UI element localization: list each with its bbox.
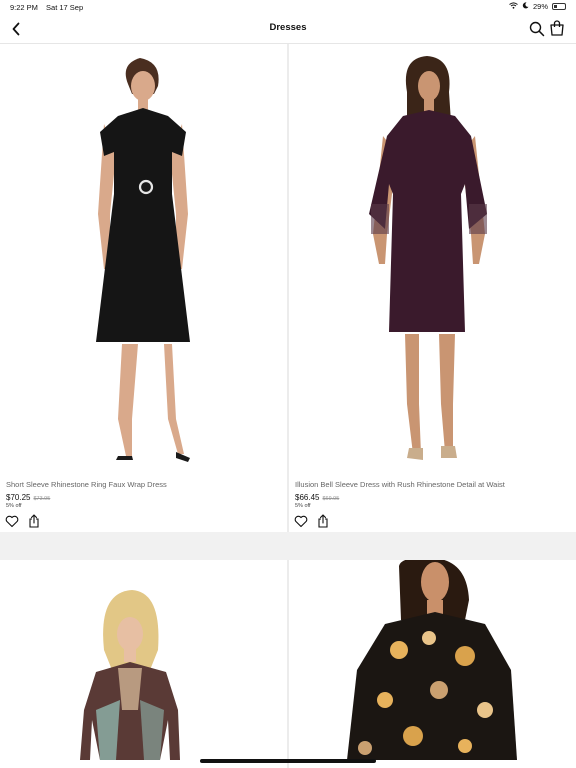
- product-card[interactable]: [0, 560, 287, 768]
- product-price: $66.45 $69.95: [295, 493, 339, 502]
- home-indicator[interactable]: [200, 759, 376, 763]
- product-name[interactable]: Short Sleeve Rhinestone Ring Faux Wrap D…: [6, 480, 167, 489]
- shopping-bag-icon: [550, 20, 564, 36]
- sale-price: $70.25: [6, 493, 31, 502]
- share-icon: [29, 514, 39, 528]
- heart-icon: [294, 515, 308, 528]
- model-photo: [289, 44, 576, 474]
- product-card[interactable]: Illusion Bell Sleeve Dress with Rush Rhi…: [289, 44, 576, 532]
- model-photo: [289, 560, 576, 768]
- product-image[interactable]: [0, 560, 287, 768]
- page-title: Dresses: [269, 22, 307, 33]
- wishlist-button[interactable]: [5, 515, 19, 528]
- share-button[interactable]: [28, 514, 40, 528]
- wifi-icon: [509, 2, 518, 11]
- product-card[interactable]: [289, 560, 576, 768]
- nav-bar: Dresses: [0, 14, 576, 44]
- product-price: $70.25 $73.95: [6, 493, 50, 502]
- share-button[interactable]: [317, 514, 329, 528]
- product-card[interactable]: Short Sleeve Rhinestone Ring Faux Wrap D…: [0, 44, 287, 532]
- search-button[interactable]: [528, 20, 546, 38]
- product-image[interactable]: [0, 44, 287, 474]
- original-price: $73.95: [33, 496, 51, 502]
- wishlist-button[interactable]: [294, 515, 308, 528]
- moon-icon: [522, 2, 529, 11]
- battery-icon: [552, 3, 566, 10]
- share-icon: [318, 514, 328, 528]
- shopping-bag-button[interactable]: [548, 19, 566, 37]
- battery-percent: 29%: [532, 2, 548, 11]
- product-image[interactable]: [289, 44, 576, 474]
- original-price: $69.95: [322, 496, 340, 502]
- heart-icon: [5, 515, 19, 528]
- product-name[interactable]: Illusion Bell Sleeve Dress with Rush Rhi…: [295, 480, 505, 489]
- discount-label: 5% off: [295, 503, 311, 509]
- sale-price: $66.45: [295, 493, 320, 502]
- row-separator: [0, 532, 576, 560]
- discount-label: 5% off: [6, 503, 22, 509]
- model-photo: [0, 560, 287, 768]
- search-icon: [529, 21, 545, 37]
- status-date: Sat 17 Sep: [46, 3, 84, 12]
- status-time: 9:22 PM: [10, 3, 38, 12]
- product-image[interactable]: [289, 560, 576, 768]
- status-bar: 9:22 PM Sat 17 Sep 29%: [0, 0, 576, 14]
- model-photo: [0, 44, 287, 474]
